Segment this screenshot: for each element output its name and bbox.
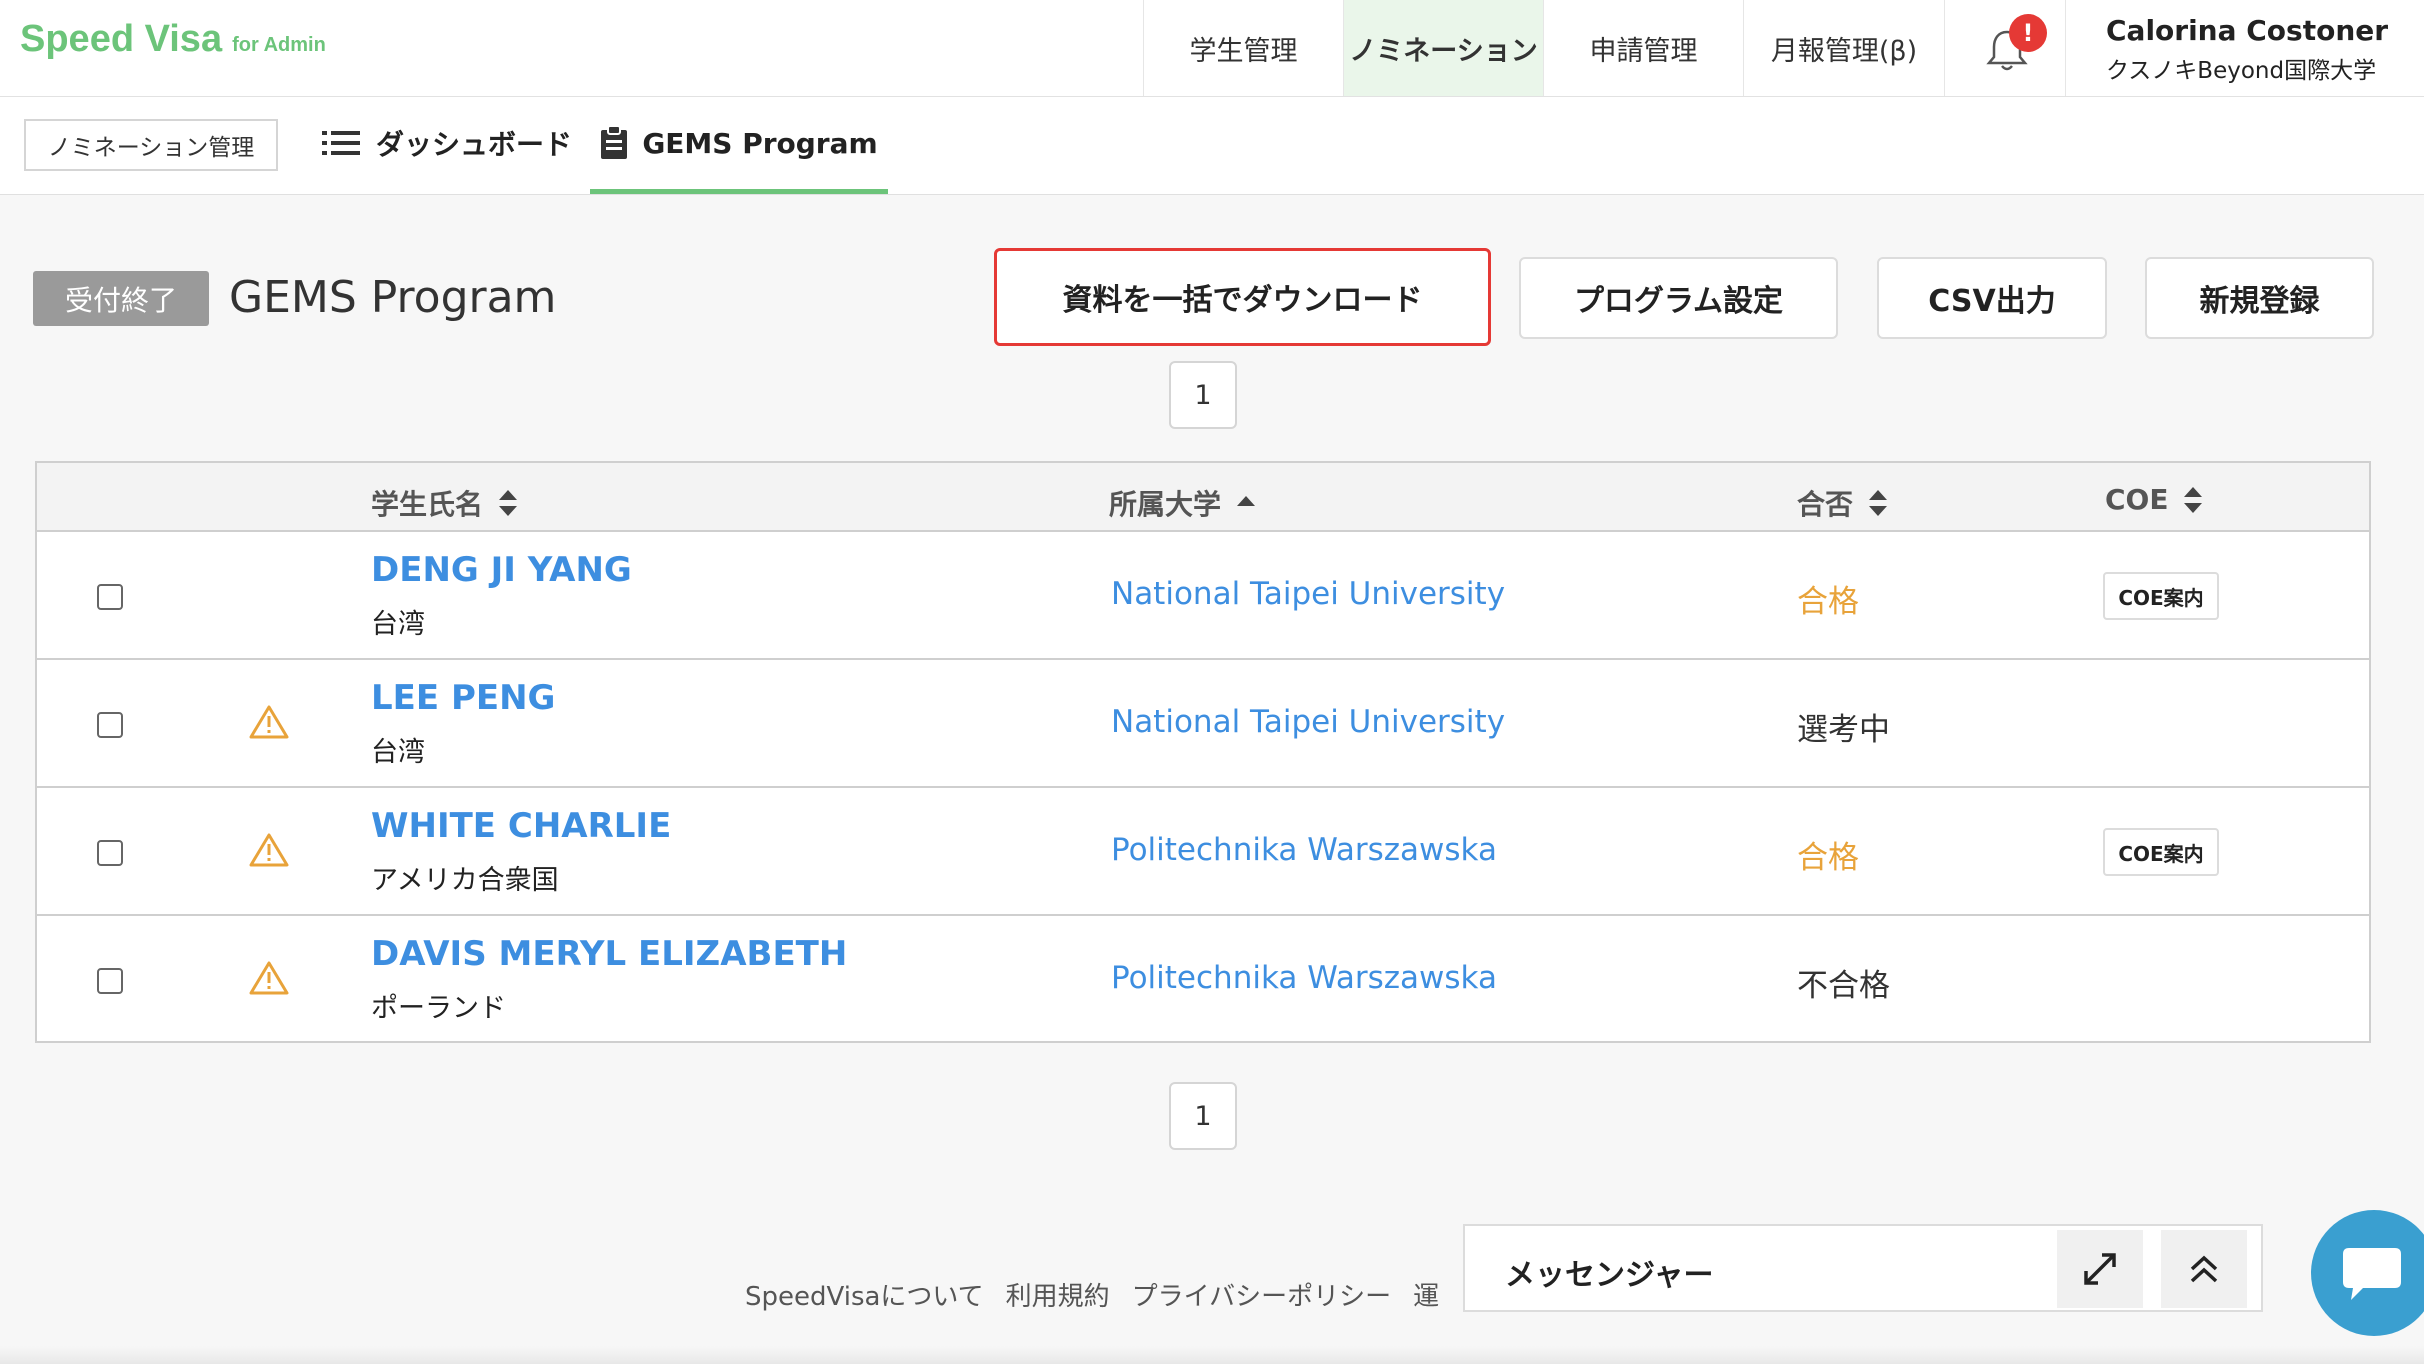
warning-icon xyxy=(249,705,289,739)
nomination-mgmt-link[interactable]: ノミネーション管理 xyxy=(24,119,278,171)
program-tab[interactable]: GEMS Program xyxy=(590,97,888,194)
messenger-collapse-button[interactable] xyxy=(2161,1230,2247,1308)
coe-guide-button[interactable]: COE案内 xyxy=(2103,828,2219,876)
header-name-label: 学生氏名 xyxy=(371,488,484,521)
pagination-bottom-page[interactable]: 1 xyxy=(1169,1082,1237,1150)
pagination-top-page[interactable]: 1 xyxy=(1169,361,1237,429)
status-badge: 受付終了 xyxy=(33,271,209,326)
header-name[interactable]: 学生氏名 xyxy=(371,483,519,523)
messenger-expand-button[interactable] xyxy=(2057,1230,2143,1308)
result-status: 合格 xyxy=(1797,584,1859,620)
messenger-title: メッセンジャー xyxy=(1505,1258,1714,1293)
nav-student-mgmt[interactable]: 学生管理 xyxy=(1143,0,1343,96)
student-name-link[interactable]: LEE PENG xyxy=(371,678,555,718)
footer-privacy-link[interactable]: プライバシーポリシー xyxy=(1132,1276,1391,1313)
user-menu[interactable]: Calorina Costoner クスノキBeyond国際大学 xyxy=(2106,14,2388,85)
header-result-label: 合否 xyxy=(1797,488,1854,521)
result-status: 選考中 xyxy=(1797,712,1890,748)
csv-export-button[interactable]: CSV出力 xyxy=(1877,257,2107,339)
footer-links: SpeedVisaについて 利用規約 プライバシーポリシー 運 xyxy=(745,1276,1439,1313)
header-coe-label: COE xyxy=(2105,483,2169,516)
chat-bubble-icon xyxy=(2343,1248,2401,1300)
student-name-link[interactable]: DENG JI YANG xyxy=(371,550,632,590)
student-country: アメリカ合衆国 xyxy=(371,865,559,896)
university-link[interactable]: Politechnika Warszawska xyxy=(1111,832,1497,868)
footer-terms-link[interactable]: 利用規約 xyxy=(1006,1276,1110,1313)
nomination-table: 学生氏名 所属大学 合否 COE DENG JI YANG 台湾 Nationa… xyxy=(35,461,2371,1043)
table-row: DENG JI YANG 台湾 National Taipei Universi… xyxy=(37,532,2369,660)
header-coe[interactable]: COE xyxy=(2105,483,2204,516)
footer-operator-link[interactable]: 運 xyxy=(1413,1276,1439,1313)
program-settings-button[interactable]: プログラム設定 xyxy=(1519,257,1838,339)
student-country: 台湾 xyxy=(371,609,425,640)
logo-text: Speed Visa xyxy=(20,18,223,60)
chat-launcher-button[interactable] xyxy=(2311,1210,2424,1336)
table-row: LEE PENG 台湾 National Taipei University 選… xyxy=(37,660,2369,788)
messenger-panel[interactable]: メッセンジャー xyxy=(1463,1224,2263,1312)
warning-icon xyxy=(249,833,289,867)
dashboard-tab-label: ダッシュボード xyxy=(376,128,573,161)
university-link[interactable]: National Taipei University xyxy=(1111,576,1505,612)
table-row: DAVIS MERYL ELIZABETH ポーランド Politechnika… xyxy=(37,916,2369,1044)
sort-icon xyxy=(2184,486,2203,513)
double-chevron-up-icon xyxy=(2190,1255,2218,1283)
expand-icon xyxy=(2084,1253,2116,1285)
user-name: Calorina Costoner xyxy=(2106,14,2389,47)
header-university[interactable]: 所属大学 xyxy=(1109,483,1257,523)
result-status: 合格 xyxy=(1797,840,1859,876)
list-icon xyxy=(322,131,360,155)
logo-subtext: for Admin xyxy=(232,34,326,56)
table-header: 学生氏名 所属大学 合否 COE xyxy=(37,463,2369,532)
student-name-link[interactable]: WHITE CHARLIE xyxy=(371,806,671,846)
warning-icon xyxy=(249,961,289,995)
coe-guide-button[interactable]: COE案内 xyxy=(2103,572,2219,620)
bottom-edge xyxy=(0,1346,2424,1364)
row-checkbox[interactable] xyxy=(97,712,123,738)
footer-about-link[interactable]: SpeedVisaについて xyxy=(745,1276,984,1313)
result-status: 不合格 xyxy=(1797,968,1890,1004)
sub-navigation: ノミネーション管理 ダッシュボード GEMS Program xyxy=(0,97,2424,195)
notification-bell[interactable]: ! xyxy=(1944,0,2066,96)
bulk-download-button[interactable]: 資料を一括でダウンロード xyxy=(994,248,1491,346)
new-register-button[interactable]: 新規登録 xyxy=(2145,257,2374,339)
table-row: WHITE CHARLIE アメリカ合衆国 Politechnika Warsz… xyxy=(37,788,2369,916)
dashboard-tab[interactable]: ダッシュボード xyxy=(322,123,572,163)
sort-icon xyxy=(499,490,518,516)
main-nav: 学生管理 ノミネーション 申請管理 月報管理(β) xyxy=(1143,0,1944,96)
clipboard-icon xyxy=(601,126,628,159)
nav-monthly-report[interactable]: 月報管理(β) xyxy=(1743,0,1944,96)
user-organization: クスノキBeyond国際大学 xyxy=(2106,58,2377,84)
nav-nomination[interactable]: ノミネーション xyxy=(1343,0,1543,96)
page-title: GEMS Program xyxy=(229,272,557,323)
university-link[interactable]: Politechnika Warszawska xyxy=(1111,960,1497,996)
header-result[interactable]: 合否 xyxy=(1797,483,1889,523)
university-link[interactable]: National Taipei University xyxy=(1111,704,1505,740)
nav-application-mgmt[interactable]: 申請管理 xyxy=(1543,0,1743,96)
header-university-label: 所属大学 xyxy=(1109,488,1222,521)
student-country: 台湾 xyxy=(371,737,425,768)
row-checkbox[interactable] xyxy=(97,968,123,994)
row-checkbox[interactable] xyxy=(97,584,123,610)
sort-ascending-icon xyxy=(1237,496,1256,506)
logo[interactable]: Speed Visa for Admin xyxy=(20,18,326,61)
app-header: Speed Visa for Admin 学生管理 ノミネーション 申請管理 月… xyxy=(0,0,2424,97)
student-country: ポーランド xyxy=(371,993,506,1024)
row-checkbox[interactable] xyxy=(97,840,123,866)
program-tab-label: GEMS Program xyxy=(642,126,878,160)
sort-icon xyxy=(1869,490,1888,516)
student-name-link[interactable]: DAVIS MERYL ELIZABETH xyxy=(371,934,847,974)
notification-badge: ! xyxy=(2009,14,2047,52)
